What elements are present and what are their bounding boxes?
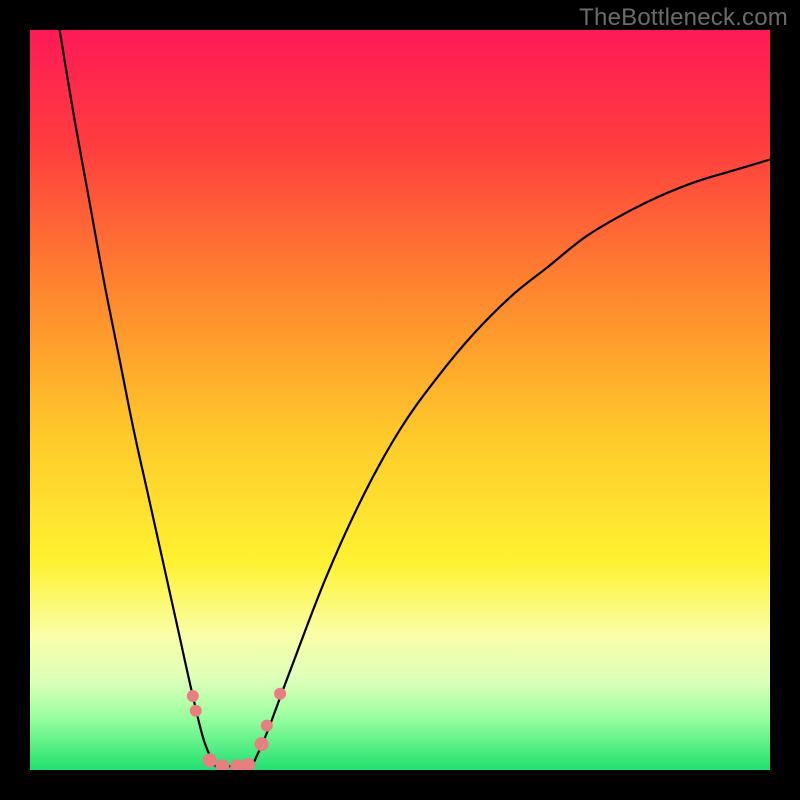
chart-stage: TheBottleneck.com [0,0,800,800]
marker-dot [255,737,269,751]
marker-dot [187,690,199,702]
marker-dot [203,753,217,767]
watermark-label: TheBottleneck.com [579,4,788,32]
marker-dot [261,720,273,732]
plot-background [30,30,770,770]
marker-dot [274,688,286,700]
marker-dot [190,705,202,717]
bottleneck-chart [30,30,770,770]
